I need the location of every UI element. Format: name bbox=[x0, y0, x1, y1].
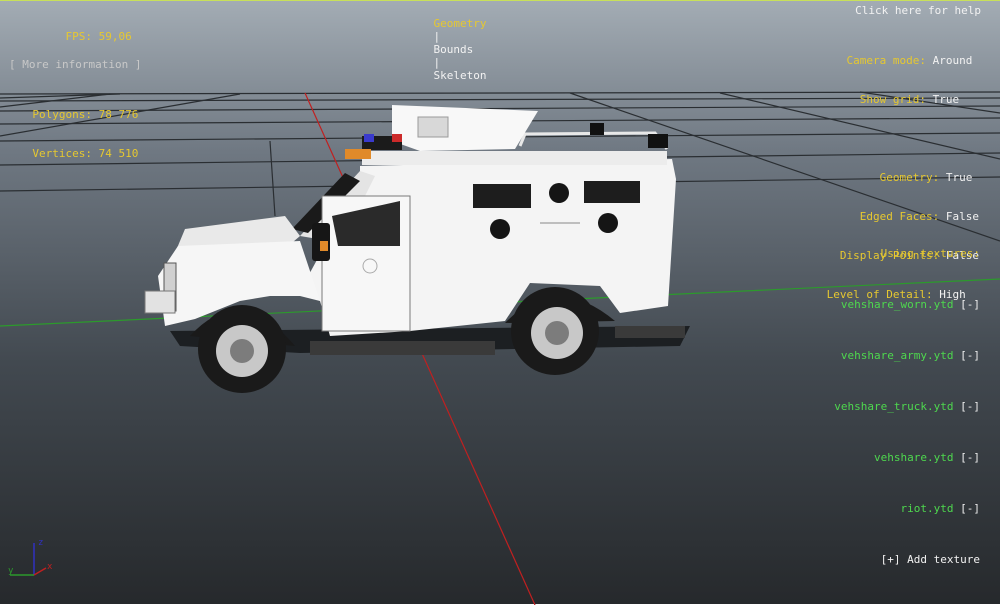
texture-item: vehshare.ytd [-] bbox=[834, 449, 980, 466]
tab-geometry[interactable]: Geometry bbox=[434, 17, 487, 30]
remove-texture-button[interactable]: [-] bbox=[960, 451, 980, 464]
remove-texture-button[interactable]: [-] bbox=[960, 502, 980, 515]
camera-mode-label: Camera mode: bbox=[846, 54, 926, 67]
texture-name[interactable]: riot.ytd bbox=[901, 502, 954, 515]
more-information-button[interactable]: [ More information ] bbox=[9, 58, 141, 71]
z-axis-label: z bbox=[38, 538, 43, 548]
show-grid-value: True bbox=[932, 93, 960, 106]
render-stats: FPS: 59,06 Polygons: 78 776 Vertices: 74… bbox=[30, 4, 138, 186]
texture-item: riot.ytd [-] bbox=[834, 500, 980, 517]
geometry-setting[interactable]: Geometry: True bbox=[827, 171, 979, 184]
help-link[interactable]: Click here for help bbox=[855, 4, 981, 17]
geometry-value: True bbox=[945, 171, 973, 184]
geometry-label: Geometry: bbox=[879, 171, 940, 184]
axis-gizmo: z x y bbox=[8, 538, 53, 576]
camera-mode-setting[interactable]: Camera mode: Around bbox=[827, 54, 979, 67]
y-axis-label: y bbox=[8, 566, 14, 576]
tab-separator: | bbox=[433, 56, 441, 69]
textures-header: Using textures: bbox=[880, 247, 980, 260]
vertices-value: 74 510 bbox=[98, 147, 139, 160]
tab-bounds[interactable]: Bounds bbox=[434, 43, 474, 56]
remove-texture-button[interactable]: [-] bbox=[960, 400, 980, 413]
show-grid-label: Show grid: bbox=[859, 93, 926, 106]
polygons-value: 78 776 bbox=[98, 108, 139, 121]
show-grid-setting[interactable]: Show grid: True bbox=[827, 93, 979, 106]
tab-separator: | bbox=[433, 30, 441, 43]
texture-name[interactable]: vehshare_army.ytd bbox=[841, 349, 954, 362]
texture-list: Using textures: vehshare_worn.ytd [-] ve… bbox=[834, 211, 980, 602]
view-mode-tabs: Geometry | Bounds | Skeleton bbox=[407, 4, 487, 95]
fps-label: FPS: bbox=[65, 30, 93, 43]
fps-value: 59,06 bbox=[98, 30, 132, 43]
texture-name[interactable]: vehshare.ytd bbox=[874, 451, 953, 464]
x-axis-label: x bbox=[47, 562, 53, 572]
riot-vehicle-model[interactable] bbox=[144, 105, 690, 393]
vertices-label: Vertices: bbox=[32, 147, 92, 160]
texture-item: vehshare_army.ytd [-] bbox=[834, 347, 980, 364]
3d-viewport[interactable]: Geometry | Bounds | Skeleton Click here … bbox=[0, 0, 1000, 605]
tab-skeleton[interactable]: Skeleton bbox=[434, 69, 487, 82]
texture-name[interactable]: vehshare_worn.ytd bbox=[841, 298, 954, 311]
polygons-label: Polygons: bbox=[32, 108, 92, 121]
add-texture-button[interactable]: [+] Add texture bbox=[834, 551, 980, 568]
texture-item: vehshare_truck.ytd [-] bbox=[834, 398, 980, 415]
camera-mode-value: Around bbox=[932, 54, 973, 67]
texture-item: vehshare_worn.ytd [-] bbox=[834, 296, 980, 313]
texture-name[interactable]: vehshare_truck.ytd bbox=[834, 400, 953, 413]
remove-texture-button[interactable]: [-] bbox=[960, 349, 980, 362]
remove-texture-button[interactable]: [-] bbox=[960, 298, 980, 311]
